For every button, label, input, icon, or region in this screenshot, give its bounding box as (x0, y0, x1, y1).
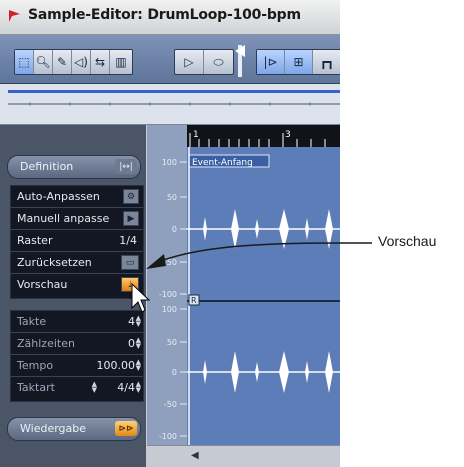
callout-label: Vorschau (378, 233, 437, 249)
